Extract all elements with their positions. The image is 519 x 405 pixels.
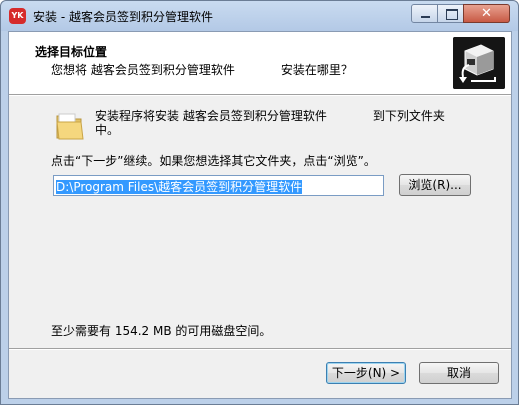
info-prefix: 安装程序将安装 越客会员签到积分管理软件 (95, 109, 327, 123)
window-title: 安装 - 越客会员签到积分管理软件 (33, 10, 213, 24)
destination-path-input[interactable]: D:\Program Files\越客会员签到积分管理软件 (53, 175, 384, 196)
maximize-icon (446, 9, 458, 20)
minimize-button[interactable] (411, 4, 438, 23)
title-bar[interactable]: YK 安装 - 越客会员签到积分管理软件 ✕ (1, 1, 518, 31)
cancel-button[interactable]: 取消 (419, 362, 499, 384)
instruction-text: 点击“下一步”继续。如果您想选择其它文件夹，点击“浏览”。 (51, 154, 376, 168)
subtitle-suffix: 安装在哪里？ (280, 63, 353, 77)
page-subtitle: 您想将 越客会员签到积分管理软件 安装在哪里？ (51, 61, 353, 78)
wizard-client-area: 选择目标位置 您想将 越客会员签到积分管理软件 安装在哪里？ 安装程序将安装 越… (8, 31, 512, 399)
maximize-button[interactable] (437, 4, 464, 23)
computer-install-icon (453, 37, 505, 89)
install-info-text: 安装程序将安装 越客会员签到积分管理软件 到下列文件夹中。 (95, 109, 455, 137)
page-title: 选择目标位置 (35, 45, 108, 59)
next-button[interactable]: 下一步(N) > (326, 362, 406, 384)
installer-window: YK 安装 - 越客会员签到积分管理软件 ✕ 选择目标位置 您想将 越客会员签到… (0, 0, 519, 405)
browse-button[interactable]: 浏览(R)... (399, 174, 471, 196)
minimize-icon (421, 16, 430, 18)
folder-icon (55, 110, 85, 142)
destination-path-value: D:\Program Files\越客会员签到积分管理软件 (56, 180, 303, 194)
wizard-header: 选择目标位置 您想将 越客会员签到积分管理软件 安装在哪里？ (9, 32, 511, 94)
footer-divider-highlight (9, 349, 511, 350)
disk-space-text: 至少需要有 154.2 MB 的可用磁盘空间。 (51, 324, 272, 338)
close-icon: ✕ (481, 6, 492, 21)
close-button[interactable]: ✕ (463, 4, 510, 23)
subtitle-prefix: 您想将 越客会员签到积分管理软件 (51, 63, 235, 77)
header-divider-highlight (9, 95, 511, 96)
app-icon: YK (9, 8, 26, 24)
